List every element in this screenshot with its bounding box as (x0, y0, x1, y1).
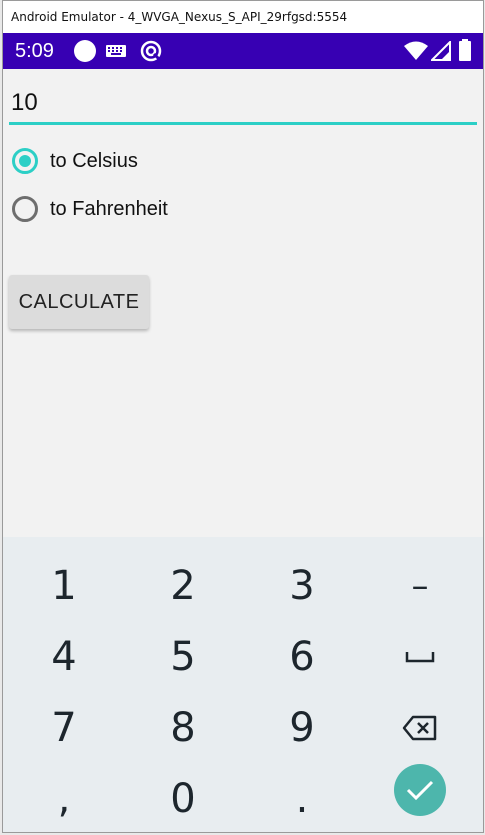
space-icon (405, 652, 435, 663)
backspace-icon (402, 715, 437, 741)
radio-button-checked-icon[interactable] (12, 148, 38, 174)
key-done[interactable] (361, 755, 479, 825)
status-time: 5:09 (15, 40, 54, 62)
key-comma[interactable]: , (5, 764, 123, 832)
key-5[interactable]: 5 (124, 622, 242, 692)
radio-to-celsius[interactable]: to Celsius (12, 145, 138, 177)
key-7[interactable]: 7 (5, 693, 123, 763)
radio-to-fahrenheit[interactable]: to Fahrenheit (12, 193, 168, 225)
emulator-window: Android Emulator - 4_WVGA_Nexus_S_API_29… (2, 0, 484, 833)
window-title: Android Emulator - 4_WVGA_Nexus_S_API_29… (11, 10, 348, 24)
key-8[interactable]: 8 (124, 693, 242, 763)
key-2[interactable]: 2 (124, 551, 242, 621)
done-button[interactable] (394, 764, 446, 816)
signal-icon (431, 41, 451, 61)
key-4[interactable]: 4 (5, 622, 123, 692)
at-sign-icon (140, 40, 162, 62)
radio-label-fahrenheit: to Fahrenheit (50, 197, 168, 220)
key-6[interactable]: 6 (243, 622, 361, 692)
key-0[interactable]: 0 (124, 764, 242, 832)
key-minus[interactable]: – (361, 551, 479, 621)
keyboard-icon (106, 45, 126, 57)
battery-icon (459, 39, 471, 61)
key-3[interactable]: 3 (243, 551, 361, 621)
key-space[interactable] (361, 622, 479, 692)
temperature-input[interactable] (9, 83, 477, 125)
key-period[interactable]: . (243, 764, 361, 832)
key-1[interactable]: 1 (5, 551, 123, 621)
numeric-keyboard: 1 2 3 – 4 5 6 7 8 9 , 0 . (3, 537, 483, 832)
key-9[interactable]: 9 (243, 693, 361, 763)
radio-button-unchecked-icon[interactable] (12, 196, 38, 222)
app-content: to Celsius to Fahrenheit CALCULATE (3, 69, 483, 537)
calculate-button[interactable]: CALCULATE (9, 275, 149, 329)
wifi-icon (404, 41, 428, 60)
status-bar: 5:09 (3, 33, 483, 69)
radio-label-celsius: to Celsius (50, 149, 138, 172)
check-icon (406, 780, 434, 801)
key-backspace[interactable] (361, 693, 479, 763)
circle-notification-icon (74, 40, 96, 62)
window-titlebar[interactable]: Android Emulator - 4_WVGA_Nexus_S_API_29… (3, 1, 483, 34)
